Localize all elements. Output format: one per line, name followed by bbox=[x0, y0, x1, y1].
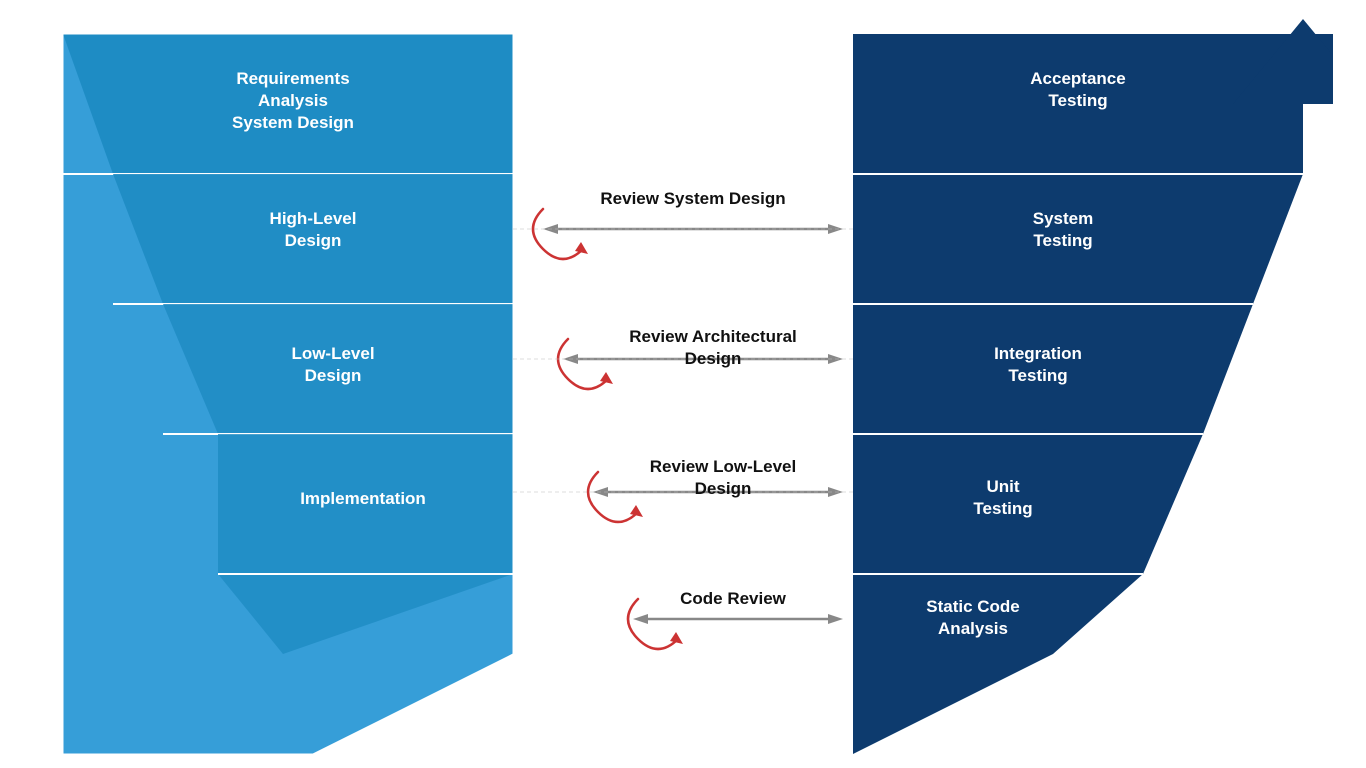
svg-text:Testing: Testing bbox=[973, 499, 1032, 518]
svg-text:System Design: System Design bbox=[232, 113, 354, 132]
svg-text:Review Low-Level: Review Low-Level bbox=[650, 457, 796, 476]
svg-text:Implementation: Implementation bbox=[300, 489, 426, 508]
svg-text:Acceptance: Acceptance bbox=[1030, 69, 1125, 88]
svg-text:Analysis: Analysis bbox=[938, 619, 1008, 638]
svg-text:Testing: Testing bbox=[1033, 231, 1092, 250]
svg-text:Analysis: Analysis bbox=[258, 91, 328, 110]
svg-text:Integration: Integration bbox=[994, 344, 1082, 363]
svg-text:Code Review: Code Review bbox=[680, 589, 787, 608]
svg-text:Review Architectural: Review Architectural bbox=[629, 327, 797, 346]
svg-text:Review System Design: Review System Design bbox=[600, 189, 785, 208]
svg-text:Design: Design bbox=[285, 231, 342, 250]
svg-text:Requirements: Requirements bbox=[236, 69, 349, 88]
svg-text:High-Level: High-Level bbox=[270, 209, 357, 228]
svg-text:Design: Design bbox=[695, 479, 752, 498]
svg-text:Static Code: Static Code bbox=[926, 597, 1020, 616]
svg-text:Testing: Testing bbox=[1008, 366, 1067, 385]
svg-text:Low-Level: Low-Level bbox=[291, 344, 374, 363]
svg-text:Design: Design bbox=[305, 366, 362, 385]
svg-text:Unit: Unit bbox=[986, 477, 1019, 496]
svg-text:Testing: Testing bbox=[1048, 91, 1107, 110]
svg-text:Design: Design bbox=[685, 349, 742, 368]
v-model-diagram: Requirements Analysis System Design High… bbox=[33, 14, 1333, 754]
svg-text:System: System bbox=[1033, 209, 1093, 228]
